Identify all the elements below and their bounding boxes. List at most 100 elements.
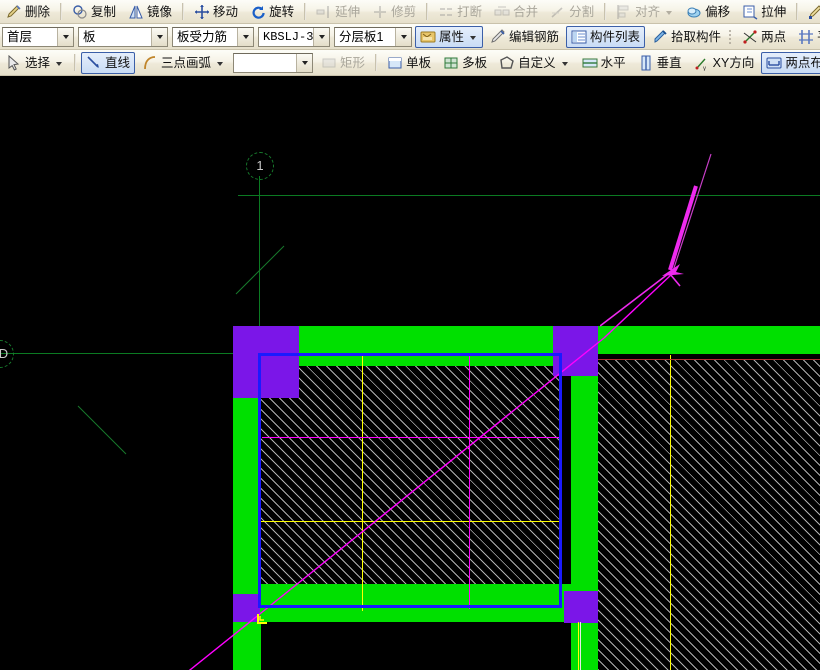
btn-直线[interactable]: 直线 bbox=[81, 51, 136, 74]
svg-text:y: y bbox=[703, 66, 706, 71]
member-list-icon bbox=[571, 29, 587, 45]
chevron-down-icon[interactable] bbox=[395, 27, 411, 46]
btn-合并: 合并 bbox=[489, 1, 543, 23]
btn-分割: 分割 bbox=[545, 1, 599, 23]
btn-XY方向[interactable]: y XY方向 bbox=[689, 52, 760, 74]
two-point-icon bbox=[742, 29, 758, 45]
btn-水平[interactable]: 水平 bbox=[577, 52, 631, 74]
btn-属性[interactable]: 属性 bbox=[415, 25, 484, 48]
stretch-icon bbox=[742, 4, 758, 20]
button-label: 对齐 bbox=[635, 4, 661, 19]
button-label: 复制 bbox=[91, 4, 117, 19]
pick-member-icon bbox=[652, 29, 668, 45]
btn-自定义[interactable]: 自定义 bbox=[494, 52, 575, 74]
chevron-down-icon[interactable] bbox=[296, 53, 313, 72]
merge-icon bbox=[494, 4, 510, 20]
btn-偏移[interactable]: 偏移 bbox=[681, 1, 735, 23]
mirror-icon bbox=[128, 4, 144, 20]
chevron-down-icon[interactable] bbox=[666, 10, 673, 15]
btn-拾取构件[interactable]: 拾取构件 bbox=[647, 26, 726, 48]
vertical-icon bbox=[638, 55, 654, 71]
btn-复制[interactable]: 复制 bbox=[67, 1, 121, 23]
toolbar-grip[interactable] bbox=[729, 29, 732, 44]
element-type-select[interactable]: 板受力筋 bbox=[172, 26, 254, 47]
chevron-down-icon[interactable] bbox=[470, 35, 477, 40]
eraser-icon bbox=[6, 4, 22, 20]
btn-延伸: 延伸 bbox=[311, 1, 365, 23]
trim-icon bbox=[372, 4, 388, 20]
btn-打断: 打断 bbox=[433, 1, 487, 23]
button-label: 选择 bbox=[25, 55, 51, 70]
button-label: 属性 bbox=[439, 29, 465, 44]
toolbar-separator bbox=[60, 3, 63, 20]
button-label: 两点布置受力筋 bbox=[785, 55, 820, 70]
button-label: 三点画弧 bbox=[161, 55, 212, 70]
three-point-arc-icon bbox=[142, 55, 158, 71]
btn-拉伸[interactable]: 拉伸 bbox=[737, 1, 791, 23]
btn-旋转[interactable]: 旋转 bbox=[245, 1, 299, 23]
align-icon bbox=[616, 4, 632, 20]
member-select-value: KBSLJ-3 bbox=[263, 29, 313, 44]
btn-选择[interactable]: 选择 bbox=[1, 52, 69, 74]
rectangle-icon bbox=[321, 55, 337, 71]
chevron-down-icon[interactable] bbox=[561, 61, 568, 66]
member-select[interactable]: KBSLJ-3 bbox=[258, 26, 330, 47]
cursor-icon bbox=[6, 54, 22, 71]
extend-icon bbox=[316, 4, 332, 20]
xy-direction-icon: y bbox=[694, 55, 710, 71]
button-label: 水平 bbox=[600, 55, 626, 70]
chevron-down-icon[interactable] bbox=[237, 27, 253, 46]
btn-设置夹点[interactable]: 设置夹点 bbox=[803, 1, 820, 23]
floor-select[interactable]: 首层 bbox=[2, 26, 74, 47]
cad-drawing-canvas[interactable]: 1 D 7000 bbox=[0, 76, 820, 670]
toolbar-separator bbox=[426, 3, 429, 20]
button-label: 修剪 bbox=[391, 4, 417, 19]
btn-镜像[interactable]: 镜像 bbox=[123, 1, 177, 23]
button-label: 拾取构件 bbox=[671, 29, 722, 44]
multi-slab-icon bbox=[443, 55, 459, 71]
guide-line-top-right bbox=[598, 359, 820, 360]
component-select[interactable]: 板 bbox=[78, 26, 168, 47]
button-label: 旋转 bbox=[269, 4, 295, 19]
guide-line-right bbox=[580, 622, 581, 670]
chevron-down-icon[interactable] bbox=[217, 61, 224, 66]
layer-select-value: 分层板1 bbox=[339, 29, 384, 44]
btn-移动[interactable]: 移动 bbox=[189, 1, 243, 23]
btn-删除[interactable]: 删除 bbox=[1, 1, 55, 23]
context-toolbar[interactable]: 首层板板受力筋KBSLJ-3分层板1属性编辑钢筋构件列表拾取构件两点平行点角 bbox=[0, 24, 820, 50]
btn-矩形: 矩形 bbox=[316, 52, 370, 74]
chevron-down-icon[interactable] bbox=[313, 27, 329, 46]
element-type-select-value: 板受力筋 bbox=[177, 29, 228, 44]
parallel-icon bbox=[798, 29, 814, 45]
button-label: 延伸 bbox=[335, 4, 361, 19]
offset-icon bbox=[686, 4, 702, 20]
btn-两点[interactable]: 两点 bbox=[737, 26, 791, 48]
btn-构件列表[interactable]: 构件列表 bbox=[566, 25, 646, 48]
selection-rectangle[interactable] bbox=[258, 353, 562, 608]
layer-select[interactable]: 分层板1 bbox=[334, 26, 412, 47]
btn-垂直[interactable]: 垂直 bbox=[633, 52, 687, 74]
button-label: 垂直 bbox=[656, 55, 682, 70]
btn-编辑钢筋[interactable]: 编辑钢筋 bbox=[485, 26, 564, 48]
edit-toolbar[interactable]: 删除 复制 镜像 移动 旋转 延伸 修剪 打断 合并 分割 对齐 偏移 拉伸 设置夹点 bbox=[0, 0, 820, 24]
draw-toolbar[interactable]: 选择直线三点画弧矩形单板多板自定义水平垂直yXY方向两点布置受力筋放射筋 bbox=[0, 50, 820, 76]
shape-select[interactable] bbox=[233, 52, 314, 73]
chevron-down-icon[interactable] bbox=[57, 27, 73, 46]
chevron-down-icon[interactable] bbox=[56, 61, 63, 66]
toolbar-separator bbox=[796, 3, 799, 20]
btn-平行[interactable]: 平行 bbox=[793, 26, 820, 48]
btn-两点布置受力筋[interactable]: 两点布置受力筋 bbox=[761, 51, 820, 74]
btn-单板[interactable]: 单板 bbox=[382, 52, 436, 74]
custom-icon bbox=[499, 55, 515, 71]
toolbar-separator bbox=[304, 3, 307, 20]
chevron-down-icon[interactable] bbox=[151, 27, 167, 46]
copy-icon bbox=[72, 4, 88, 20]
btn-多板[interactable]: 多板 bbox=[438, 52, 492, 74]
toolbar-separator bbox=[604, 3, 607, 20]
edit-rebar-icon bbox=[490, 28, 506, 45]
button-label: 镜像 bbox=[147, 4, 173, 19]
button-label: 直线 bbox=[105, 55, 131, 70]
btn-修剪: 修剪 bbox=[367, 1, 421, 23]
btn-三点画弧[interactable]: 三点画弧 bbox=[137, 52, 230, 74]
break-icon bbox=[438, 4, 454, 20]
